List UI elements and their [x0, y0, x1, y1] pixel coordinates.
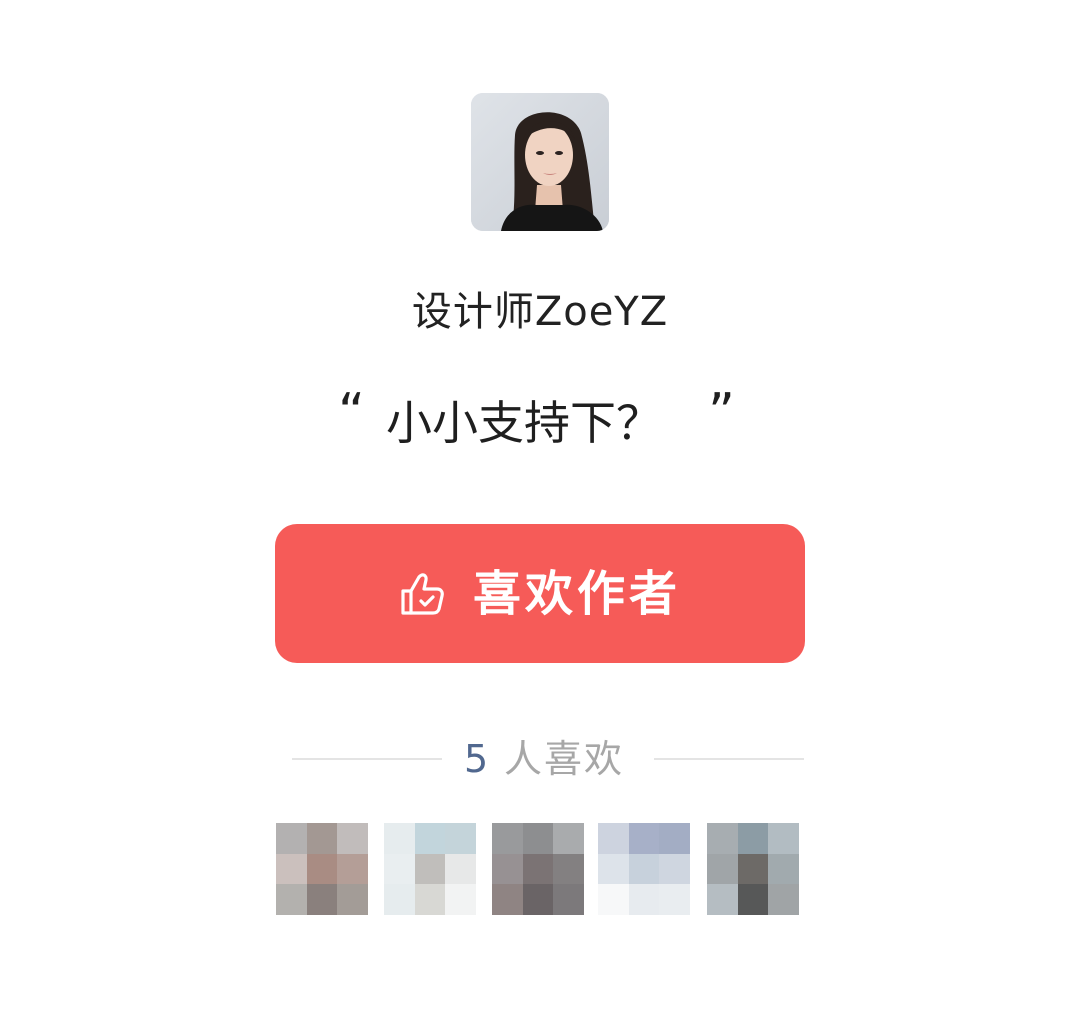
thumbs-up-icon: [401, 573, 444, 615]
likes-count: 5: [464, 737, 489, 781]
liker-avatar[interactable]: [598, 823, 690, 915]
liker-avatar[interactable]: [492, 823, 584, 915]
likes-label: 人喜欢: [504, 737, 625, 781]
like-author-button[interactable]: 喜欢作者: [275, 524, 805, 663]
support-message: “ 小小支持下？ ”: [0, 383, 1080, 458]
divider-line-left: [292, 758, 442, 760]
open-quote: “: [338, 383, 365, 443]
author-photo: [471, 93, 609, 231]
close-quote: ”: [708, 383, 735, 443]
like-author-label: 喜欢作者: [473, 566, 682, 622]
liker-avatar[interactable]: [384, 823, 476, 915]
message-text: 小小支持下？: [386, 396, 662, 450]
liker-avatar[interactable]: [276, 823, 368, 915]
author-avatar[interactable]: [471, 93, 609, 231]
liker-avatar[interactable]: [707, 823, 799, 915]
liker-avatar-list: [276, 823, 799, 915]
divider-line-right: [654, 758, 804, 760]
likes-count-divider: 5 人喜欢: [292, 727, 804, 791]
author-name: 设计师ZoeYZ: [411, 289, 669, 335]
like-button-content: 喜欢作者: [275, 524, 805, 663]
